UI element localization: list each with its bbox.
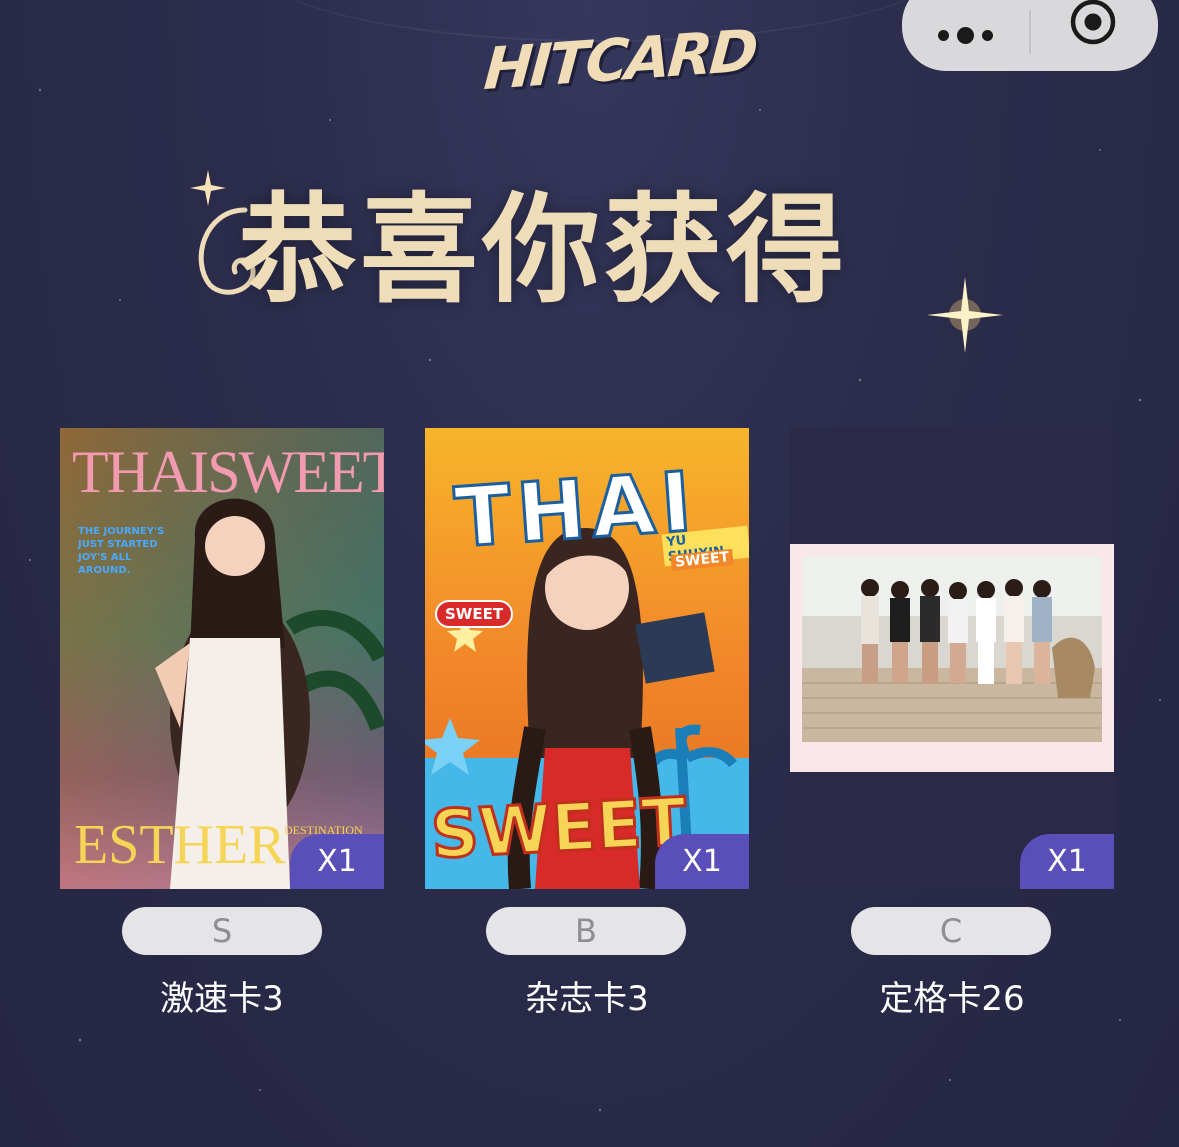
capsule-divider [1029, 10, 1031, 54]
cover-sticker: SWEET [435, 600, 514, 628]
grade-pill-b: B [486, 907, 686, 955]
cover-title: THAISWEET [72, 439, 384, 505]
quantity-badge: X1 [1020, 834, 1114, 889]
close-target-icon[interactable] [1070, 0, 1116, 45]
quantity-badge: X1 [655, 834, 749, 889]
card-name: 杂志卡3 [525, 979, 649, 1019]
card-cover-photo [790, 544, 1114, 772]
cover-name: ESTHER [74, 814, 286, 876]
grade-pill-c: C [851, 907, 1051, 955]
miniprogram-capsule [902, 0, 1158, 71]
reward-card-3[interactable]: X1 [790, 428, 1114, 889]
reward-card-1[interactable]: THAISWEET THE JOURNEY'S JUST STARTED JOY… [60, 428, 384, 889]
cover-blurb: THE JOURNEY'S JUST STARTED JOY'S ALL ARO… [78, 526, 165, 576]
quantity-badge: X1 [290, 834, 384, 889]
logo-text: HITCARD [481, 16, 758, 104]
cover-big-word: SWEET [428, 782, 690, 875]
sparkle-icon [190, 170, 226, 206]
card-name: 激速卡3 [160, 979, 284, 1019]
grade-pill-s: S [122, 907, 322, 955]
hitcard-logo: HITCARD [481, 16, 758, 128]
more-menu-button[interactable] [902, 0, 1028, 71]
congrats-headline: 恭喜你获得 [238, 180, 849, 319]
reward-card-2[interactable]: THAI YU SHUXIN SWEET SWEET SWEET X1 [425, 428, 749, 889]
card-name: 定格卡26 [879, 979, 1025, 1019]
